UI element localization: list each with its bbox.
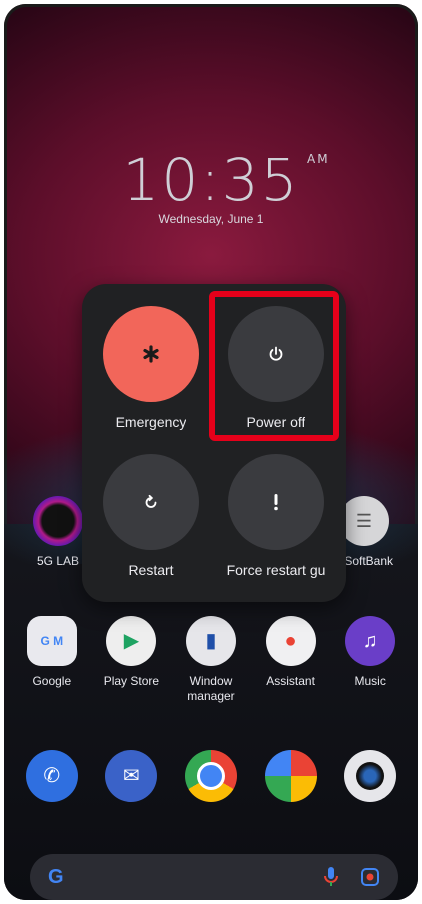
google-folder-icon: G M (26, 616, 77, 666)
app-music[interactable]: ♫ Music (330, 616, 410, 704)
app-label: 5G LAB (36, 554, 80, 568)
force-restart-label: Force restart gu (226, 562, 326, 578)
clock-ampm: AM (307, 152, 330, 166)
my-softbank-icon: ☰ (339, 496, 389, 546)
app-assistant[interactable]: ● Assistant (251, 616, 331, 704)
clock-date: Wednesday, June 1 (158, 212, 264, 226)
app-label: Window manager (187, 674, 235, 703)
dock-chrome[interactable] (171, 750, 251, 802)
assistant-icon: ● (265, 616, 316, 666)
google-logo-icon: G (48, 865, 64, 888)
clock-time-text: 10:35 (122, 146, 300, 214)
power-off-button[interactable]: Power off (221, 306, 331, 430)
power-icon (228, 306, 324, 402)
search-actions (324, 867, 380, 887)
phone-icon: ✆ (25, 750, 78, 802)
emergency-icon (103, 306, 199, 402)
app-window-manager[interactable]: ▮ Window manager (171, 616, 251, 704)
chrome-icon (184, 750, 237, 802)
home-row-2: G M Google ▶ Play Store ▮ Window manager… (4, 616, 418, 704)
app-label: Play Store (103, 674, 160, 688)
restart-button[interactable]: Restart (96, 454, 206, 578)
lens-icon[interactable] (360, 867, 380, 887)
photos-icon (264, 750, 317, 802)
power-off-label: Power off (246, 414, 306, 430)
music-icon: ♫ (345, 616, 396, 666)
dock-phone[interactable]: ✆ (12, 750, 92, 802)
5g-lab-icon (33, 496, 83, 546)
lock-clock: 10:35 AM Wednesday, June 1 (4, 146, 418, 226)
dock-camera[interactable] (330, 750, 410, 802)
messages-icon: ✉ (105, 750, 158, 802)
app-play-store[interactable]: ▶ Play Store (92, 616, 172, 704)
restart-label: Restart (128, 562, 174, 578)
app-label: Music (354, 674, 386, 688)
window-manager-icon: ▮ (185, 616, 236, 666)
clock-time: 10:35 AM (122, 146, 327, 214)
restart-icon (103, 454, 199, 550)
emergency-label: Emergency (115, 414, 187, 430)
play-store-icon: ▶ (106, 616, 157, 666)
app-google[interactable]: G M Google (12, 616, 92, 704)
force-restart-button[interactable]: Force restart gu (221, 454, 331, 578)
app-label: Assistant (266, 674, 315, 688)
emergency-button[interactable]: Emergency (96, 306, 206, 430)
search-bar[interactable]: G (30, 854, 398, 900)
camera-icon (344, 750, 397, 802)
power-menu: Emergency Power off Restart Force restar… (82, 284, 346, 602)
exclamation-icon (228, 454, 324, 550)
mic-icon[interactable] (324, 867, 338, 887)
dock-photos[interactable] (251, 750, 331, 802)
app-label: Google (32, 674, 72, 688)
dock-messages[interactable]: ✉ (92, 750, 172, 802)
dock: ✆ ✉ (4, 750, 418, 802)
